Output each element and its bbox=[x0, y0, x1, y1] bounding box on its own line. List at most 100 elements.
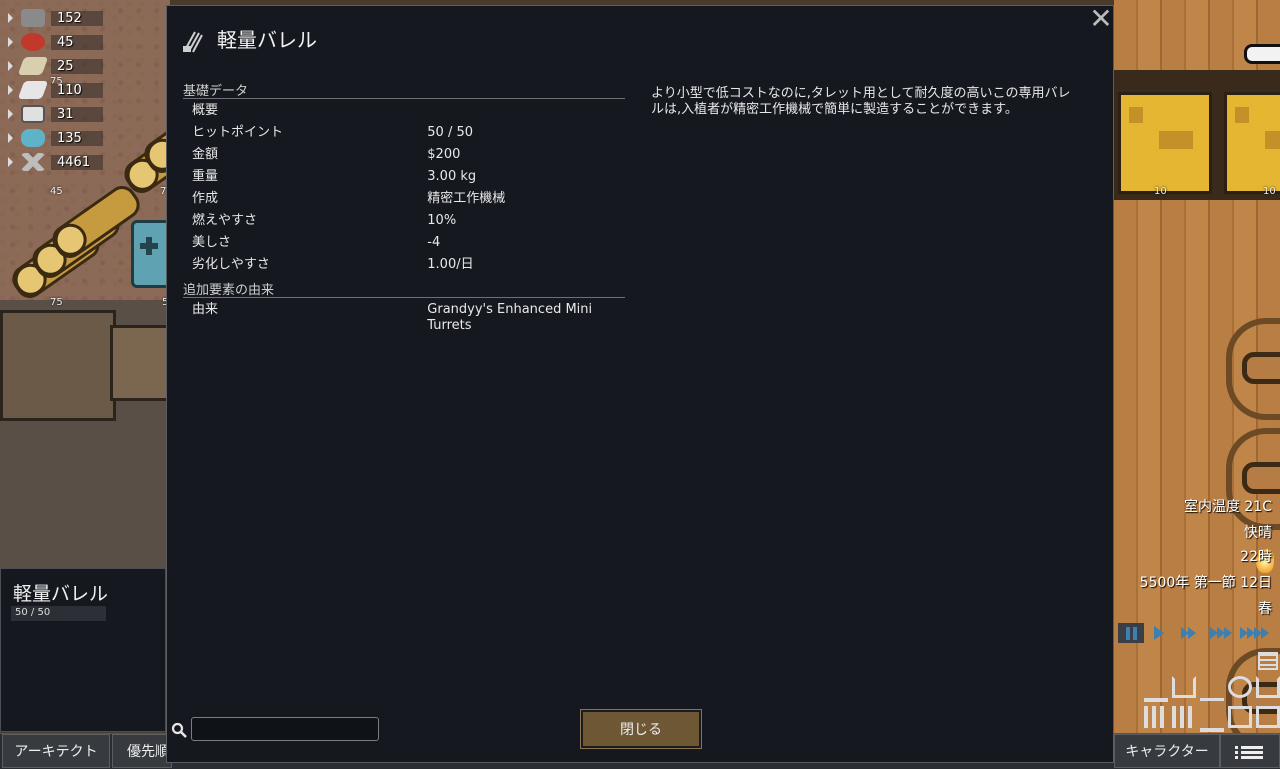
time-readout: 22時 bbox=[1240, 549, 1272, 565]
stat-label: 美しさ bbox=[192, 235, 232, 250]
stat-value: Grandyy's Enhanced Mini Turrets bbox=[427, 302, 593, 333]
roof-icon[interactable] bbox=[1256, 676, 1280, 698]
resource-row[interactable]: 110 bbox=[0, 78, 110, 102]
stat-row[interactable]: 美しさ -4 bbox=[183, 233, 625, 255]
stat-label: ヒットポイント bbox=[192, 125, 284, 140]
stats-panel: 基礎データ 概要ヒットポイント 50 / 50 金額 $200 重量 3.00 kg 作成 精… bbox=[183, 80, 625, 334]
expand-arrow-icon[interactable] bbox=[8, 109, 13, 119]
priority-tab[interactable]: 優先順 bbox=[112, 734, 172, 768]
log-icon[interactable] bbox=[1258, 652, 1278, 670]
resource-row[interactable]: 135 bbox=[0, 126, 110, 150]
stat-row[interactable]: 由来 Grandyy's Enhanced Mini Turrets bbox=[183, 300, 625, 334]
characters-tab[interactable]: キャラクター bbox=[1114, 734, 1220, 768]
play-button[interactable] bbox=[1144, 623, 1174, 643]
medicine-icon bbox=[21, 105, 45, 123]
search-input[interactable] bbox=[191, 717, 379, 741]
resource-count: 135 bbox=[51, 130, 103, 146]
resource-count: 110 bbox=[51, 82, 103, 98]
item-description: より小型で低コストなのに,タレット用として耐久度の高いこの専用バレルは,入植者が… bbox=[651, 86, 1071, 117]
resource-count: 25 bbox=[51, 58, 103, 74]
resource-row[interactable]: 4461 bbox=[0, 150, 110, 174]
fabric-icon bbox=[17, 81, 49, 99]
steel-icon bbox=[21, 153, 45, 171]
stat-row[interactable]: 劣化しやすさ 1.00/日 bbox=[183, 255, 625, 277]
stat-value bbox=[427, 103, 625, 123]
resource-list: 152 45 25 110 31 135 4461 bbox=[0, 6, 110, 174]
close-button[interactable]: 閉じる bbox=[580, 709, 702, 749]
crate[interactable] bbox=[1224, 92, 1280, 194]
resource-row[interactable]: 31 bbox=[0, 102, 110, 126]
cloth-icon bbox=[17, 57, 49, 75]
stat-value: 50 / 50 bbox=[427, 125, 474, 140]
stat-label: 燃えやすさ bbox=[192, 213, 258, 228]
expand-arrow-icon[interactable] bbox=[8, 157, 13, 167]
chair[interactable] bbox=[1226, 318, 1280, 420]
season-readout: 春 bbox=[1258, 601, 1272, 617]
stat-label: 作成 bbox=[192, 191, 219, 206]
wall-block bbox=[0, 310, 116, 421]
stat-label: 概要 bbox=[192, 103, 219, 118]
menu-button[interactable] bbox=[1220, 734, 1280, 768]
wood-logs[interactable] bbox=[6, 180, 146, 304]
stat-value: 10% bbox=[427, 213, 457, 228]
inspect-title: 軽量バレル bbox=[13, 583, 109, 605]
stat-row[interactable]: 概要 bbox=[183, 101, 625, 123]
pause-button[interactable] bbox=[1118, 623, 1144, 643]
screen-icon[interactable] bbox=[1256, 706, 1280, 728]
search-icon bbox=[171, 722, 187, 738]
close-icon[interactable]: ✕ bbox=[1089, 5, 1113, 33]
superfast-button[interactable] bbox=[1204, 623, 1238, 643]
stat-label: 重量 bbox=[192, 169, 219, 184]
stat-label: 金額 bbox=[192, 147, 219, 162]
crate-count: 10 bbox=[1263, 186, 1276, 197]
zone-icon[interactable] bbox=[1228, 706, 1252, 728]
pawn-icon[interactable] bbox=[1200, 706, 1224, 732]
fire-icon[interactable] bbox=[1200, 676, 1224, 701]
date-readout: 5500年 第一節 12日 bbox=[1139, 575, 1272, 591]
stat-label: 由来 bbox=[192, 302, 219, 317]
resource-row[interactable]: 45 bbox=[0, 30, 110, 54]
crate[interactable] bbox=[1118, 92, 1212, 194]
resource-count: 31 bbox=[51, 106, 103, 122]
stat-row[interactable]: ヒットポイント 50 / 50 bbox=[183, 123, 625, 145]
stat-row[interactable]: 燃えやすさ 10% bbox=[183, 211, 625, 233]
stat-row[interactable]: 金額 $200 bbox=[183, 145, 625, 167]
stat-value: 精密工作機械 bbox=[427, 191, 506, 206]
grid-icon[interactable] bbox=[1144, 706, 1168, 728]
bed-pillow bbox=[1244, 44, 1280, 64]
hp-bar: 50 / 50 bbox=[11, 606, 106, 621]
stat-value: $200 bbox=[427, 147, 461, 162]
architect-tab[interactable]: アーキテクト bbox=[2, 734, 110, 768]
stat-value: -4 bbox=[427, 235, 441, 250]
expand-arrow-icon[interactable] bbox=[8, 85, 13, 95]
dialog-title: 軽量バレル bbox=[217, 28, 317, 52]
speed-controls bbox=[1118, 622, 1272, 644]
expand-arrow-icon[interactable] bbox=[8, 37, 13, 47]
crate-count: 10 bbox=[1154, 186, 1167, 197]
stat-value: 3.00 kg bbox=[427, 169, 477, 184]
resource-count: 4461 bbox=[51, 154, 103, 170]
stat-row[interactable]: 作成 精密工作機械 bbox=[183, 189, 625, 211]
resource-count: 45 bbox=[51, 34, 103, 50]
auto-rebuild-icon[interactable] bbox=[1144, 676, 1168, 702]
stats-icon[interactable] bbox=[1172, 706, 1196, 728]
hp-text: 50 / 50 bbox=[15, 607, 51, 618]
section-header: 追加要素の由来 bbox=[183, 279, 625, 298]
stat-value: 1.00/日 bbox=[427, 257, 474, 272]
expand-arrow-icon[interactable] bbox=[8, 61, 13, 71]
no-icon[interactable] bbox=[1228, 676, 1252, 698]
fast-forward-button[interactable] bbox=[1174, 623, 1204, 643]
silver-icon bbox=[21, 9, 45, 27]
expand-arrow-icon[interactable] bbox=[8, 133, 13, 143]
resource-row[interactable]: 25 bbox=[0, 54, 110, 78]
ultrafast-button[interactable] bbox=[1238, 623, 1272, 643]
info-dialog: ✕ 軽量バレル 基礎データ 概要ヒットポイント 50 / 50 金額 $200 重量 3.… bbox=[166, 5, 1114, 763]
expand-arrow-icon[interactable] bbox=[8, 13, 13, 23]
temperature-readout: 室内温度 21C bbox=[1183, 499, 1272, 515]
home-area-icon[interactable] bbox=[1172, 676, 1196, 698]
component-icon bbox=[21, 129, 45, 147]
berries-icon bbox=[21, 33, 45, 51]
resource-row[interactable]: 152 bbox=[0, 6, 110, 30]
section-header: 基礎データ bbox=[183, 80, 625, 99]
stat-row[interactable]: 重量 3.00 kg bbox=[183, 167, 625, 189]
